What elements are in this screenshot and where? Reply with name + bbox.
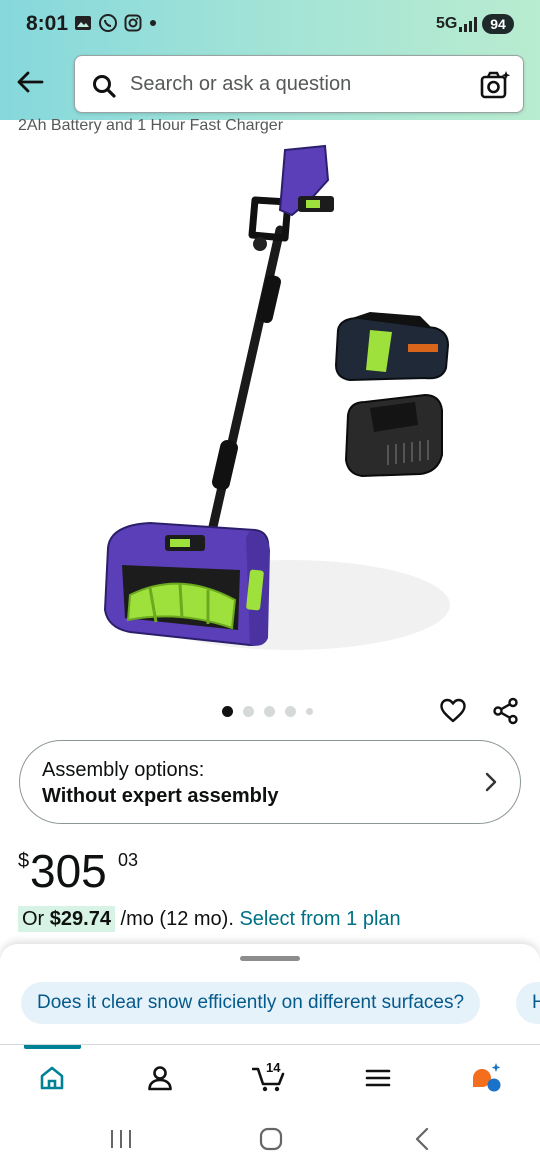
assembly-options-button[interactable]: Assembly options: Without expert assembl… [19,740,521,824]
sheet-drag-handle[interactable] [240,956,300,961]
price-whole: 305 [30,845,107,897]
back-button[interactable] [12,64,48,100]
header: 8:01 5G 94 Search or ask a question [0,0,540,120]
whatsapp-icon [99,14,117,32]
price-fraction: 03 [118,850,139,870]
signal-icon [459,17,477,32]
monthly-term: /mo (12 mo). [114,908,240,930]
monthly-prefix: Or [22,908,50,930]
carousel-dot[interactable] [306,708,313,715]
price-currency: $ [18,850,30,872]
camera-search-icon[interactable] [479,70,511,100]
gallery-icon [75,16,91,30]
share-icon[interactable] [492,697,520,725]
nav-menu[interactable] [361,1061,395,1095]
account-icon [148,1066,172,1091]
monthly-amount: $29.74 [49,908,111,930]
nav-rufus[interactable] [470,1061,504,1095]
home-system-icon[interactable] [258,1126,284,1152]
system-nav-bar [0,1108,540,1170]
handle-mount-accent [170,539,190,547]
grip-upper [257,275,281,323]
search-input[interactable]: Search or ask a question [130,73,351,96]
search-icon [93,75,116,98]
carousel-dot[interactable] [222,706,233,717]
chevron-right-icon [485,772,497,792]
app-screen: { "status": { "time": "8:01", "network":… [0,0,540,1170]
assembly-options-value: Without expert assembly [42,785,279,807]
heart-icon[interactable] [439,697,467,725]
notification-dot [150,20,156,26]
bottom-nav [0,1044,540,1108]
status-bar: 8:01 5G 94 [0,0,540,50]
product-image[interactable] [70,140,470,680]
recents-icon[interactable] [108,1128,134,1150]
rufus-ai-icon [473,1063,501,1092]
search-bar[interactable]: Search or ask a question [74,55,524,113]
monthly-payment: Or $29.74 /mo (12 mo). Select from 1 pla… [18,906,401,932]
notification-icons [74,13,142,33]
battery-pack-label [408,344,438,352]
top-battery-stripe [306,200,320,208]
menu-icon [365,1069,391,1087]
carousel-dot[interactable] [264,706,275,717]
suggestion-chip[interactable]: Does it clear snow efficiently on differ… [21,982,481,1024]
rufus-suggestions-sheet: Does it clear snow efficiently on differ… [0,944,540,1054]
instagram-icon [124,14,142,32]
nav-active-indicator [24,1045,81,1049]
nav-home[interactable] [35,1061,69,1095]
nav-account[interactable] [143,1061,177,1095]
carousel-dot[interactable] [285,706,296,717]
back-arrow-icon [17,71,44,93]
select-plan-link[interactable]: Select from 1 plan [239,908,400,930]
back-system-icon[interactable] [412,1126,432,1152]
cart-count-badge: 14 [266,1060,281,1075]
monthly-highlight: Or $29.74 [18,906,115,932]
network-type: 5G [436,15,458,32]
status-time: 8:01 [26,12,69,35]
carousel-dot[interactable] [243,706,254,717]
assembly-options-label: Assembly options: [42,759,205,781]
suggestion-chip[interactable]: H [516,982,540,1024]
knob [253,237,267,251]
battery-level: 94 [482,14,514,34]
home-icon [40,1066,64,1090]
product-title-fragment: 2Ah Battery and 1 Hour Fast Charger [18,117,284,134]
grip-lower [212,440,238,490]
image-carousel-dots[interactable] [222,706,313,717]
